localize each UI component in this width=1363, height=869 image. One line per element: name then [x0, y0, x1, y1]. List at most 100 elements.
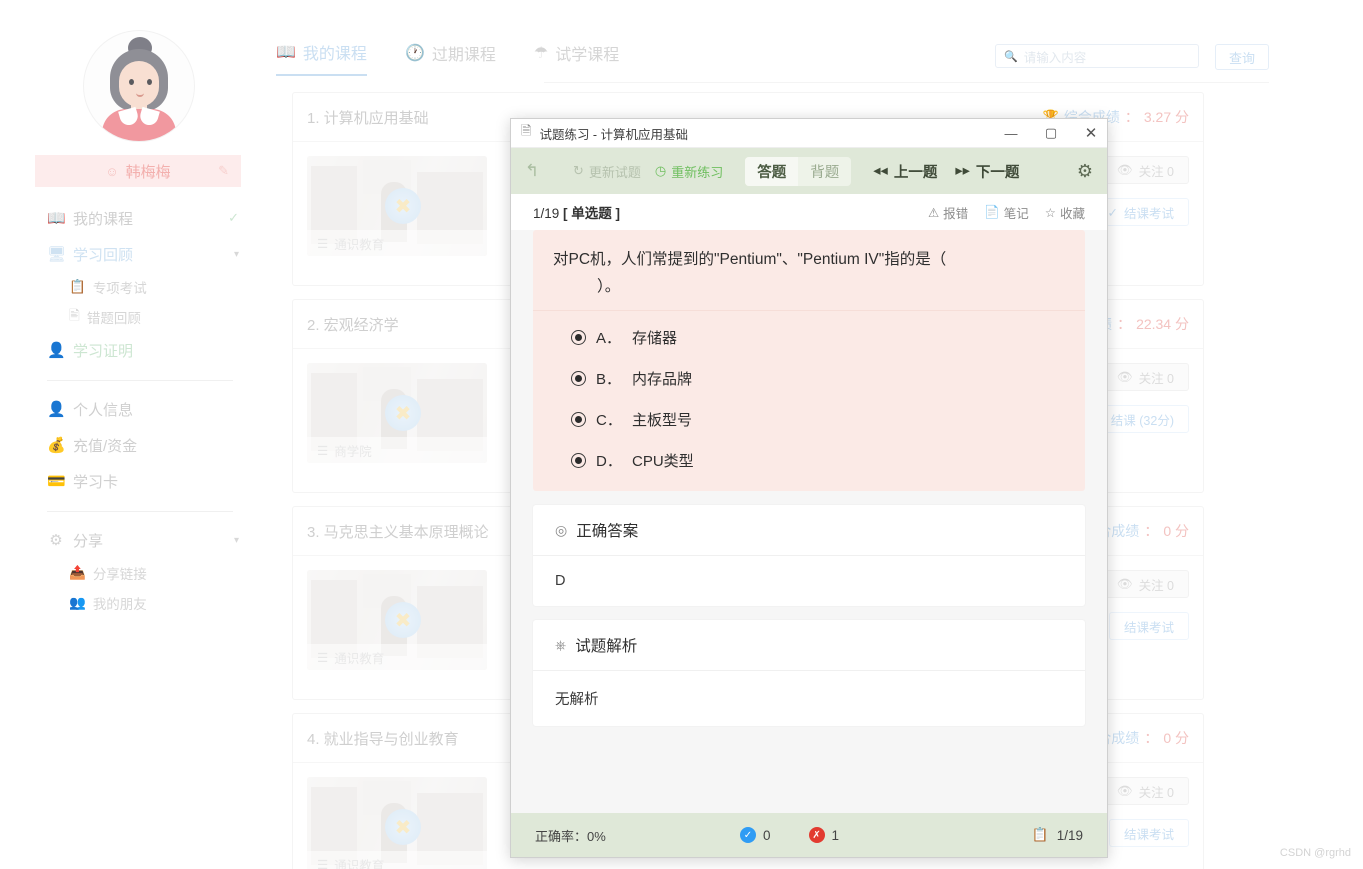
user-icon: ☺: [105, 164, 118, 179]
restart-practice-button[interactable]: ◷ 重新练习: [655, 162, 723, 181]
minimize-button[interactable]: —: [995, 119, 1027, 147]
exam-label: 结课考试: [1124, 824, 1174, 843]
course-title: 4. 就业指导与创业教育: [307, 728, 459, 749]
correct-count: ✓ 0: [740, 827, 771, 843]
maximize-button[interactable]: ▢: [1035, 119, 1067, 147]
sidebar-item-share[interactable]: ⚙ 分享 ▾: [35, 522, 245, 558]
follow-button[interactable]: 👁 关注 0: [1102, 777, 1189, 805]
next-question-button[interactable]: ▸▸ 下一题: [955, 161, 1019, 182]
sidebar-item-my-courses[interactable]: 📖 我的课程 ✓: [35, 200, 245, 236]
gear-icon[interactable]: ⚙: [1077, 161, 1093, 182]
course-thumbnail[interactable]: ✖ ☰ 通识教育: [307, 570, 487, 670]
search-icon: 🔍: [1004, 50, 1018, 63]
sidebar-item-wrong-review[interactable]: 🖹 错题回顾: [35, 302, 245, 332]
chevron-down-icon[interactable]: ▾: [234, 535, 239, 546]
app-root: ☺ 韩梅梅 ✎ 📖 我的课程 ✓ 🖥 学习回顾 ▾ 📋 专项考试: [0, 0, 1363, 869]
refresh-questions-button[interactable]: ↻ 更新试题: [573, 162, 641, 181]
report-error-button[interactable]: ⚠ 报错: [928, 203, 968, 222]
query-button[interactable]: 查询: [1215, 44, 1269, 70]
course-thumbnail[interactable]: ✖ ☰ 通识教育: [307, 156, 487, 256]
tab-trial-courses[interactable]: ☂ 试学课程: [534, 40, 619, 76]
sidebar: ☺ 韩梅梅 ✎ 📖 我的课程 ✓ 🖥 学习回顾 ▾ 📋 专项考试: [0, 0, 268, 869]
option-letter: D．: [596, 450, 622, 471]
edit-icon[interactable]: ✎: [218, 163, 229, 179]
search-input[interactable]: 🔍 请输入内容: [995, 44, 1199, 68]
final-exam-button[interactable]: 结课考试: [1109, 612, 1189, 640]
chevron-down-icon[interactable]: ▾: [234, 249, 239, 260]
correct-answer-header: ◎ 正确答案: [533, 505, 1085, 556]
option-text: 存储器: [632, 327, 677, 348]
x-circle-icon: ✗: [809, 827, 825, 843]
follow-label: 关注 0: [1139, 368, 1174, 387]
friends-icon: 👥: [69, 595, 86, 611]
prev-icon: ◂◂: [873, 163, 888, 179]
note-icon: 📄: [984, 205, 1000, 220]
follow-button[interactable]: 👁 关注 0: [1102, 156, 1189, 184]
favorite-button[interactable]: ☆ 收藏: [1045, 203, 1085, 222]
sidebar-item-study-review[interactable]: 🖥 学习回顾 ▾: [35, 236, 245, 272]
sidebar-item-share-link[interactable]: 📤 分享链接: [35, 558, 245, 588]
sidebar-item-label: 错题回顾: [87, 307, 141, 327]
sidebar-item-special-exam[interactable]: 📋 专项考试: [35, 272, 245, 302]
option-letter: A．: [596, 327, 622, 348]
course-actions: 👁 关注 0 结课 (32分): [1096, 363, 1189, 433]
share-icon: ⚙: [47, 531, 65, 549]
prev-question-button[interactable]: ◂◂ 上一题: [873, 161, 937, 182]
wrong-count-value: 1: [832, 828, 840, 843]
option-b[interactable]: B． 内存品牌: [553, 358, 1065, 399]
score-value: 0 分: [1163, 521, 1189, 541]
radio-icon[interactable]: [571, 412, 586, 427]
course-thumbnail[interactable]: ✖ ☰ 通识教育: [307, 777, 487, 869]
window-titlebar[interactable]: 🗎 试题练习 - 计算机应用基础 — ▢ ✕: [511, 119, 1107, 148]
follow-label: 关注 0: [1139, 575, 1174, 594]
final-exam-button[interactable]: 结课 (32分): [1096, 405, 1189, 433]
radio-icon[interactable]: [571, 371, 586, 386]
mode-answer-button[interactable]: 答题: [745, 157, 798, 186]
mode-switch: 答题 背题: [745, 157, 851, 186]
sidebar-item-label: 学习证明: [73, 340, 133, 361]
question-index: 1/19 [ 单选题 ]: [533, 202, 620, 222]
sidebar-nav: 📖 我的课程 ✓ 🖥 学习回顾 ▾ 📋 专项考试 🖹 错题回顾: [35, 200, 245, 618]
option-a[interactable]: A． 存储器: [553, 317, 1065, 358]
score-sep: ：: [1144, 728, 1158, 748]
course-thumbnail[interactable]: ✖ ☰ 商学院: [307, 363, 487, 463]
exercise-window: 🗎 试题练习 - 计算机应用基础 — ▢ ✕ ↰ ↻ 更新试题 ◷ 重新练习 答…: [510, 118, 1108, 858]
question-number: 1/19: [533, 206, 559, 221]
document-icon: 🗎: [521, 122, 531, 144]
sidebar-item-my-friends[interactable]: 👥 我的朋友: [35, 588, 245, 618]
avatar[interactable]: [83, 30, 193, 140]
option-letter: B．: [596, 368, 622, 389]
tab-expired-courses[interactable]: 🕐 过期课程: [405, 40, 496, 76]
tab-my-courses[interactable]: 📖 我的课程: [276, 40, 367, 76]
course-title: 3. 马克思主义基本原理概论: [307, 521, 489, 542]
option-c[interactable]: C． 主板型号: [553, 399, 1065, 440]
restart-label: 重新练习: [671, 162, 723, 181]
note-button[interactable]: 📄 笔记: [984, 203, 1029, 222]
back-arrow-icon[interactable]: ↰: [525, 161, 573, 181]
book-icon: 📖: [47, 209, 65, 227]
sidebar-item-study-card[interactable]: 💳 学习卡: [35, 463, 245, 499]
sidebar-item-profile[interactable]: 👤 个人信息: [35, 391, 245, 427]
option-d[interactable]: D． CPU类型: [553, 440, 1065, 481]
correct-count-value: 0: [763, 828, 771, 843]
follow-button[interactable]: 👁 关注 0: [1102, 570, 1189, 598]
close-button[interactable]: ✕: [1075, 119, 1107, 147]
analysis-panel: ⎈ 试题解析 无解析: [533, 620, 1085, 726]
option-letter: C．: [596, 409, 622, 430]
sidebar-item-label: 充值/资金: [73, 435, 137, 456]
user-name-bar[interactable]: ☺ 韩梅梅 ✎: [35, 155, 241, 187]
sidebar-item-wallet[interactable]: 💰 充值/资金: [35, 427, 245, 463]
exercise-body: 1/19 [ 单选题 ] ⚠ 报错 📄 笔记 ☆ 收藏: [511, 194, 1107, 813]
radio-icon[interactable]: [571, 453, 586, 468]
score-sep: ：: [1144, 521, 1158, 541]
stem-line-2: ）。: [553, 273, 1065, 300]
follow-button[interactable]: 👁 关注 0: [1102, 363, 1189, 391]
mode-recite-button[interactable]: 背题: [798, 157, 851, 186]
radio-icon[interactable]: [571, 330, 586, 345]
next-label: 下一题: [976, 161, 1020, 182]
target-icon: ◎: [555, 522, 567, 539]
sidebar-item-certificate[interactable]: 👤 学习证明: [35, 332, 245, 368]
final-exam-button[interactable]: 结课考试: [1109, 819, 1189, 847]
exam-icon: 📋: [69, 279, 86, 295]
eye-icon: 👁: [1117, 784, 1133, 799]
